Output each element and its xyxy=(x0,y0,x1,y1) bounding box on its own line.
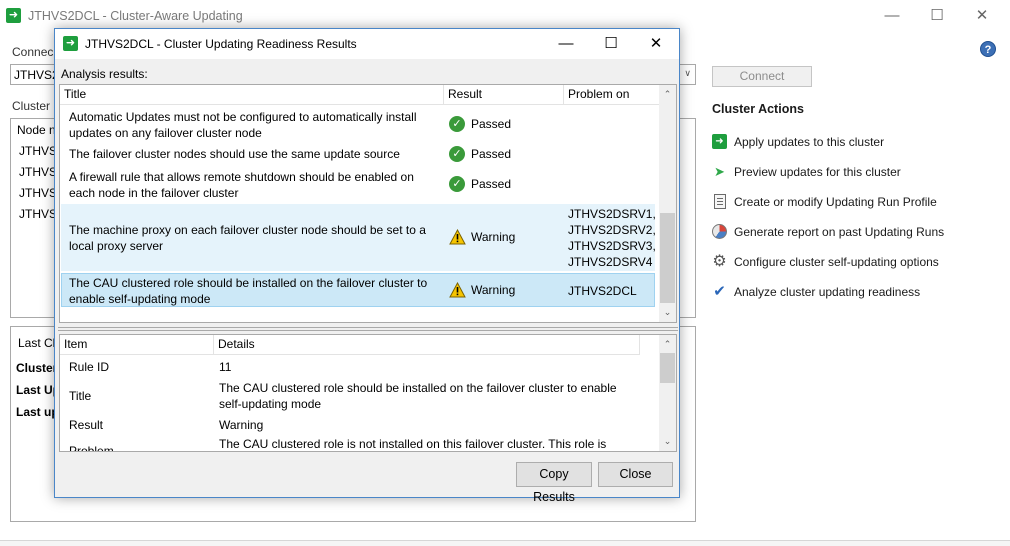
apply-updates-icon: ➜ xyxy=(712,134,727,149)
table-row[interactable]: Automatic Updates must not be configured… xyxy=(61,107,655,141)
dialog-titlebar: ➜ JTHVS2DCL - Cluster Updating Readiness… xyxy=(55,29,679,59)
result-status: Warning xyxy=(471,230,516,244)
detail-value: Warning xyxy=(219,418,264,432)
details-table[interactable]: Item Details Rule ID 11 Title The CAU cl… xyxy=(59,334,677,452)
cluster-nodes-label: Cluster r xyxy=(12,99,58,113)
result-title: The CAU clustered role should be install… xyxy=(69,276,428,306)
action-label: Apply updates to this cluster xyxy=(734,135,885,149)
copy-results-button[interactable]: Copy Results xyxy=(516,462,592,504)
result-status: Passed xyxy=(471,117,512,131)
column-header-result[interactable]: Result xyxy=(444,85,564,105)
dialog-minimize-button[interactable]: — xyxy=(552,32,580,56)
profile-document-icon xyxy=(714,194,726,209)
action-label: Preview updates for this cluster xyxy=(734,165,901,179)
detail-value: The CAU clustered role should be install… xyxy=(219,381,617,411)
connect-button[interactable]: Connect xyxy=(712,66,812,87)
action-label: Generate report on past Updating Runs xyxy=(734,225,945,239)
detail-item: Title xyxy=(69,389,92,403)
node-row[interactable]: JTHVS xyxy=(19,186,57,200)
passed-check-icon: ✓ xyxy=(449,146,465,162)
column-header-problem-on[interactable]: Problem on xyxy=(564,85,660,105)
preview-arrow-icon: ➤ xyxy=(714,164,725,179)
last-run-label: Last Cl xyxy=(18,336,56,350)
warning-icon xyxy=(449,282,466,298)
scrollbar-thumb[interactable] xyxy=(660,213,675,303)
results-scrollbar[interactable]: ⌃ ⌄ xyxy=(659,85,676,322)
app-icon: ➜ xyxy=(6,8,21,23)
result-title: Automatic Updates must not be configured… xyxy=(69,110,417,140)
panel-splitter[interactable] xyxy=(58,327,678,331)
readiness-results-dialog: ➜ JTHVS2DCL - Cluster Updating Readiness… xyxy=(54,28,680,504)
scrollbar-thumb[interactable] xyxy=(660,353,675,383)
node-row[interactable]: JTHVS xyxy=(19,165,57,179)
action-label: Configure cluster self-updating options xyxy=(734,255,939,269)
result-title: The failover cluster nodes should use th… xyxy=(69,147,400,161)
problem-on-nodes: JTHVS2DSRV1, JTHVS2DSRV2, JTHVS2DSRV3, J… xyxy=(568,207,656,269)
detail-item: Rule ID xyxy=(69,360,110,374)
close-window-button[interactable]: ✕ xyxy=(968,4,996,28)
table-row[interactable]: The CAU clustered role should be install… xyxy=(61,273,655,307)
last-updated-bold-label: Last up xyxy=(16,405,59,419)
node-row[interactable]: JTHVS xyxy=(19,144,57,158)
passed-check-icon: ✓ xyxy=(449,116,465,132)
result-status: Warning xyxy=(471,283,516,297)
analysis-results-label: Analysis results: xyxy=(61,67,148,81)
warning-icon xyxy=(449,229,466,245)
dialog-app-icon: ➜ xyxy=(63,36,78,51)
action-label: Create or modify Updating Run Profile xyxy=(734,195,937,209)
scroll-up-arrow-icon[interactable]: ⌃ xyxy=(659,89,676,100)
column-header-details[interactable]: Details xyxy=(214,335,640,355)
gear-icon: ⚙ xyxy=(712,253,727,270)
detail-value: The CAU clustered role is not installed … xyxy=(219,437,607,451)
result-status: Passed xyxy=(471,177,512,191)
table-row[interactable]: The failover cluster nodes should use th… xyxy=(61,143,655,165)
table-row[interactable]: The machine proxy on each failover clust… xyxy=(61,204,656,271)
table-row[interactable]: A firewall rule that allows remote shutd… xyxy=(61,167,655,201)
details-scrollbar[interactable]: ⌃ ⌄ xyxy=(659,335,676,451)
maximize-button[interactable]: ☐ xyxy=(923,4,951,28)
column-header-title[interactable]: Title xyxy=(60,85,444,105)
cluster-name-value: JTHVS2 xyxy=(14,68,59,82)
status-bar-strip xyxy=(0,540,1010,546)
chevron-down-icon[interactable]: ∨ xyxy=(684,68,691,79)
result-title: The machine proxy on each failover clust… xyxy=(69,223,426,253)
result-title: A firewall rule that allows remote shutd… xyxy=(69,170,414,200)
minimize-button[interactable]: — xyxy=(878,4,906,28)
result-status: Passed xyxy=(471,147,512,161)
analysis-results-table[interactable]: Title Result Problem on Automatic Update… xyxy=(59,84,677,323)
detail-value: 11 xyxy=(219,360,232,374)
main-window-title: JTHVS2DCL - Cluster-Aware Updating xyxy=(28,9,243,23)
dialog-close-button[interactable]: ✕ xyxy=(642,32,670,56)
node-row[interactable]: JTHVS xyxy=(19,207,57,221)
column-header-item[interactable]: Item xyxy=(60,335,214,355)
passed-check-icon: ✓ xyxy=(449,176,465,192)
detail-item: Problem xyxy=(69,444,114,452)
action-label: Analyze cluster updating readiness xyxy=(734,285,921,299)
dialog-title: JTHVS2DCL - Cluster Updating Readiness R… xyxy=(85,37,357,51)
detail-item: Result xyxy=(69,418,104,432)
problem-on-nodes: JTHVS2DCL xyxy=(568,284,637,298)
help-icon[interactable]: ? xyxy=(980,41,996,57)
cluster-bold-label: Cluster xyxy=(16,361,58,375)
cluster-actions-title: Cluster Actions xyxy=(712,102,804,116)
checkmark-icon: ✔ xyxy=(713,283,726,300)
scroll-down-arrow-icon[interactable]: ⌄ xyxy=(659,307,676,318)
connect-label: Connec xyxy=(12,45,54,59)
node-name-header: Node n xyxy=(17,123,56,137)
scroll-down-arrow-icon[interactable]: ⌄ xyxy=(659,436,676,447)
report-chart-icon xyxy=(712,224,727,239)
dialog-maximize-button[interactable]: ☐ xyxy=(597,32,625,56)
scroll-up-arrow-icon[interactable]: ⌃ xyxy=(659,339,676,350)
close-button[interactable]: Close xyxy=(598,462,673,487)
